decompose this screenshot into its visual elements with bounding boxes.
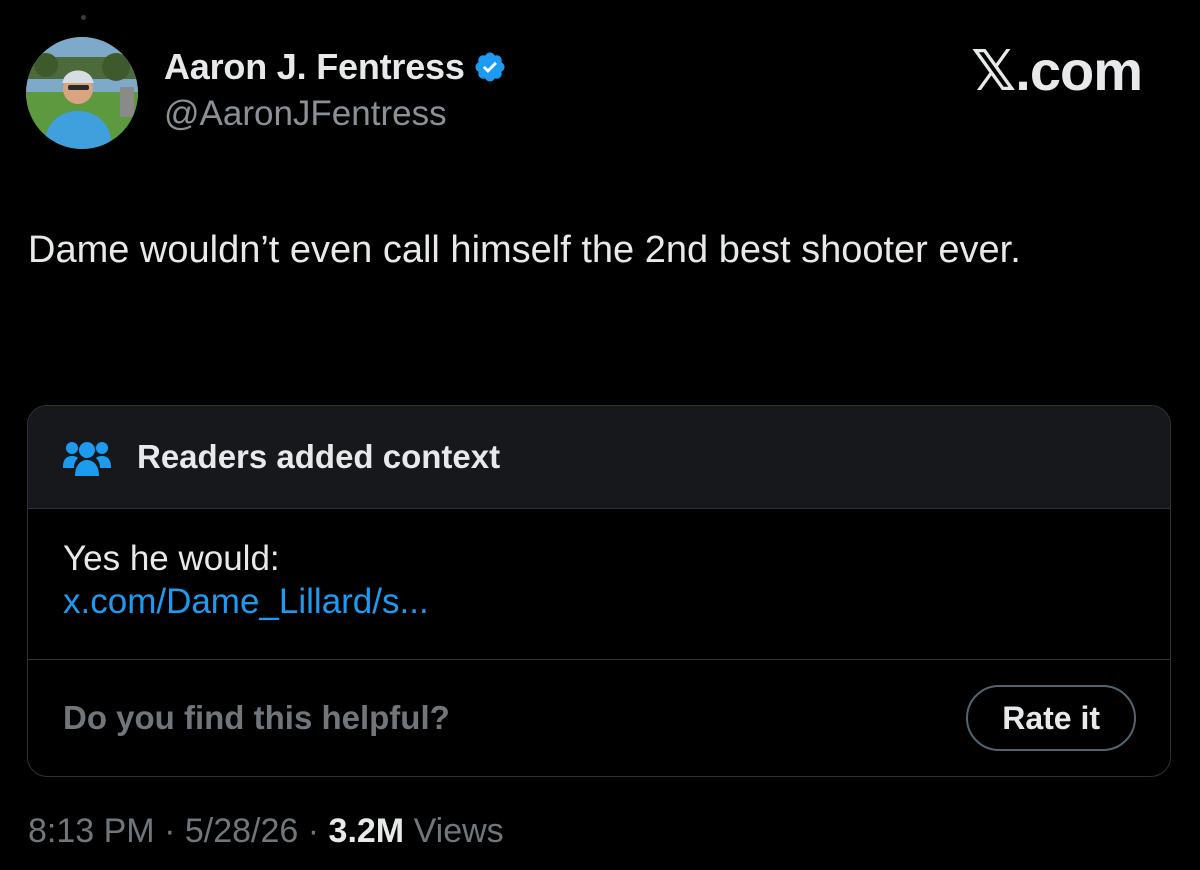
helpful-question: Do you find this helpful? bbox=[63, 699, 450, 736]
community-note-text: Yes he would: bbox=[63, 539, 280, 578]
rate-it-button[interactable]: Rate it bbox=[966, 685, 1136, 751]
tweet-author: Aaron J. Fentress @AaronJFentress bbox=[164, 44, 507, 134]
avatar-photo bbox=[26, 37, 138, 149]
verified-badge-icon[interactable] bbox=[473, 50, 507, 84]
views-label: Views bbox=[413, 812, 504, 850]
community-note-footer: Do you find this helpful? Rate it bbox=[28, 660, 1170, 776]
tweet-text: Dame wouldn’t even call himself the 2nd … bbox=[28, 229, 1021, 271]
tweet-date[interactable]: 5/28/26 bbox=[185, 812, 298, 850]
views-count: 3.2M bbox=[328, 812, 405, 850]
people-icon bbox=[63, 437, 111, 477]
meta-separator: · bbox=[164, 812, 176, 850]
community-note-card: Readers added context Yes he would: x.co… bbox=[27, 405, 1171, 777]
status-dot bbox=[81, 15, 86, 20]
author-display-name[interactable]: Aaron J. Fentress bbox=[164, 46, 465, 88]
community-note-header[interactable]: Readers added context bbox=[28, 406, 1170, 509]
author-handle[interactable]: @AaronJFentress bbox=[164, 94, 507, 134]
meta-separator: · bbox=[307, 812, 320, 850]
community-note-title: Readers added context bbox=[137, 438, 501, 475]
x-brand-logo: 𝕏.com bbox=[971, 39, 1143, 102]
community-note-link[interactable]: x.com/Dame_Lillard/s... bbox=[63, 580, 1170, 623]
tweet-meta: 8:13 PM · 5/28/26 · 3.2M Views bbox=[28, 812, 504, 851]
community-note-body: Yes he would: x.com/Dame_Lillard/s... bbox=[28, 509, 1170, 660]
tweet-time[interactable]: 8:13 PM bbox=[28, 812, 155, 850]
avatar[interactable] bbox=[26, 37, 138, 149]
